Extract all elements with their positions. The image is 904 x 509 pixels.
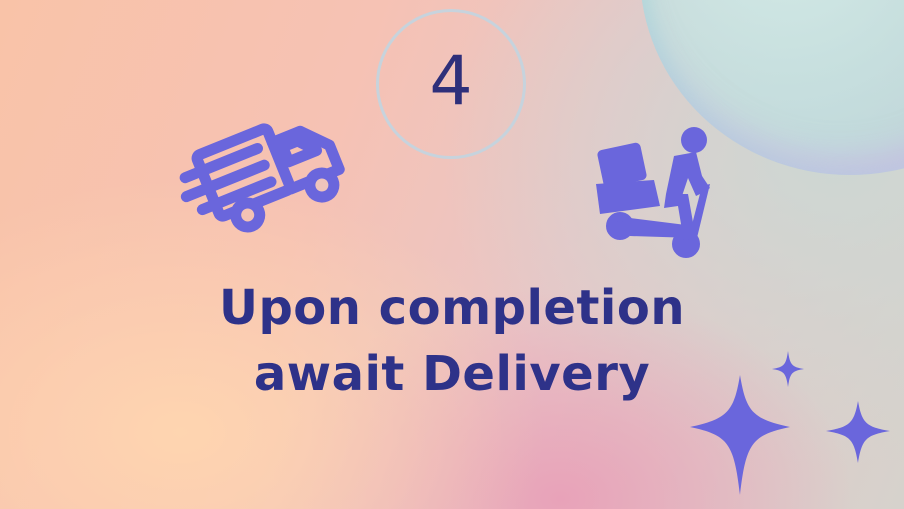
delivery-truck-icon [179,123,345,233]
headline-line-1: Upon completion [218,280,686,336]
headline: Upon completion await Delivery [130,275,774,407]
step-number-circle: 4 [376,9,526,159]
sparkles-icon [690,351,890,495]
headline-line-2: await Delivery [253,346,651,402]
slide-background: 4 Upon completion await Delivery [0,0,904,509]
scooter-courier-icon [596,127,710,258]
step-number: 4 [429,42,473,121]
